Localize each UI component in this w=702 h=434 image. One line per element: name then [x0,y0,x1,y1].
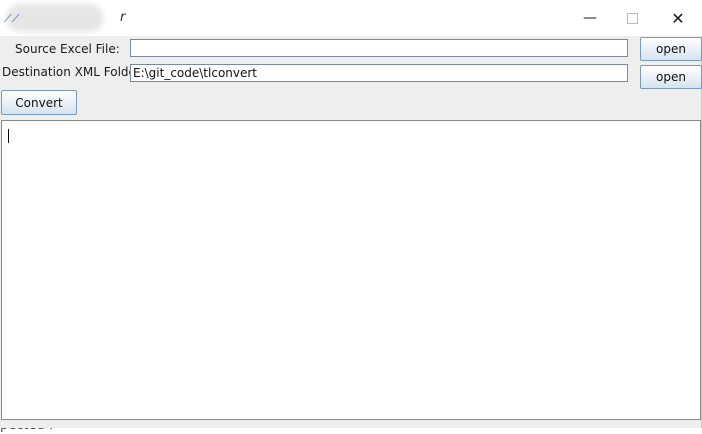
title-redaction [6,4,104,32]
output-text-area[interactable] [1,120,701,420]
open-destination-button[interactable]: open [640,65,702,89]
title-bar[interactable]: ⟋⟋ r — ✕ [0,0,702,36]
maximize-button[interactable] [622,8,642,28]
source-excel-label: Source Excel File: [15,42,120,56]
minimize-button[interactable]: — [580,8,600,28]
open-source-button[interactable]: open [640,37,702,61]
text-caret [8,129,9,143]
minimize-icon: — [583,10,597,26]
window-title: r [120,10,126,25]
close-icon: ✕ [671,8,685,28]
source-excel-input[interactable] [130,39,628,57]
maximize-icon [626,12,638,24]
destination-xml-input[interactable]: E:\git_code\tlconvert [130,64,628,82]
app-window: ⟋⟋ r — ✕ Source Excel File: open Destina… [0,0,702,428]
destination-xml-label: Destination XML Folder: [2,65,145,79]
convert-button[interactable]: Convert [1,90,77,115]
close-button[interactable]: ✕ [668,8,688,28]
java-app-icon: ⟋⟋ [4,12,20,25]
